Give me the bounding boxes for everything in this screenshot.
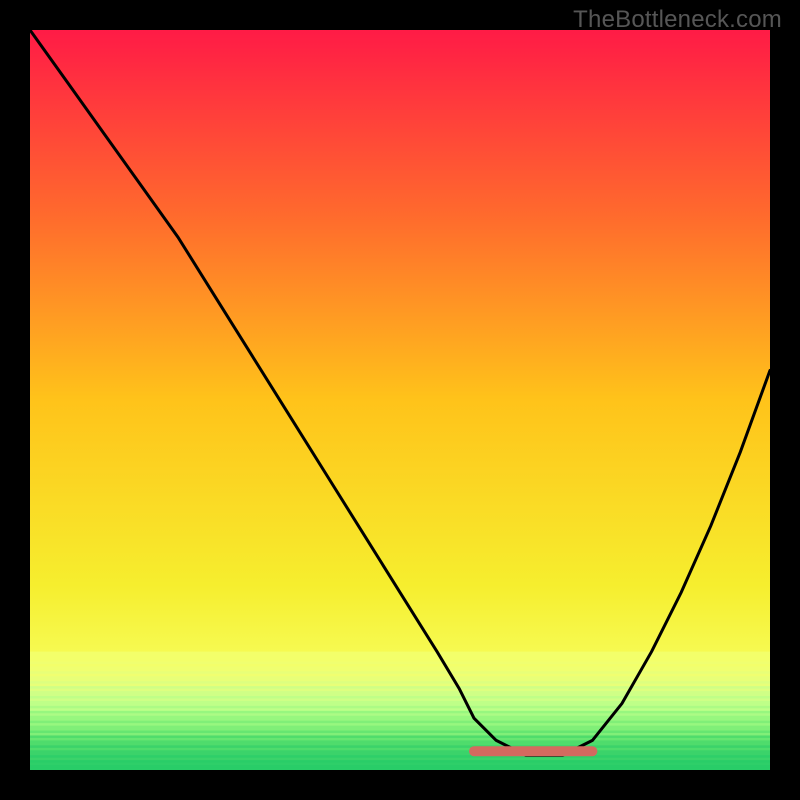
plot-area xyxy=(30,30,770,770)
bottleneck-curve xyxy=(30,30,770,770)
watermark-text: TheBottleneck.com xyxy=(573,6,782,34)
chart-frame: TheBottleneck.com xyxy=(0,0,800,800)
